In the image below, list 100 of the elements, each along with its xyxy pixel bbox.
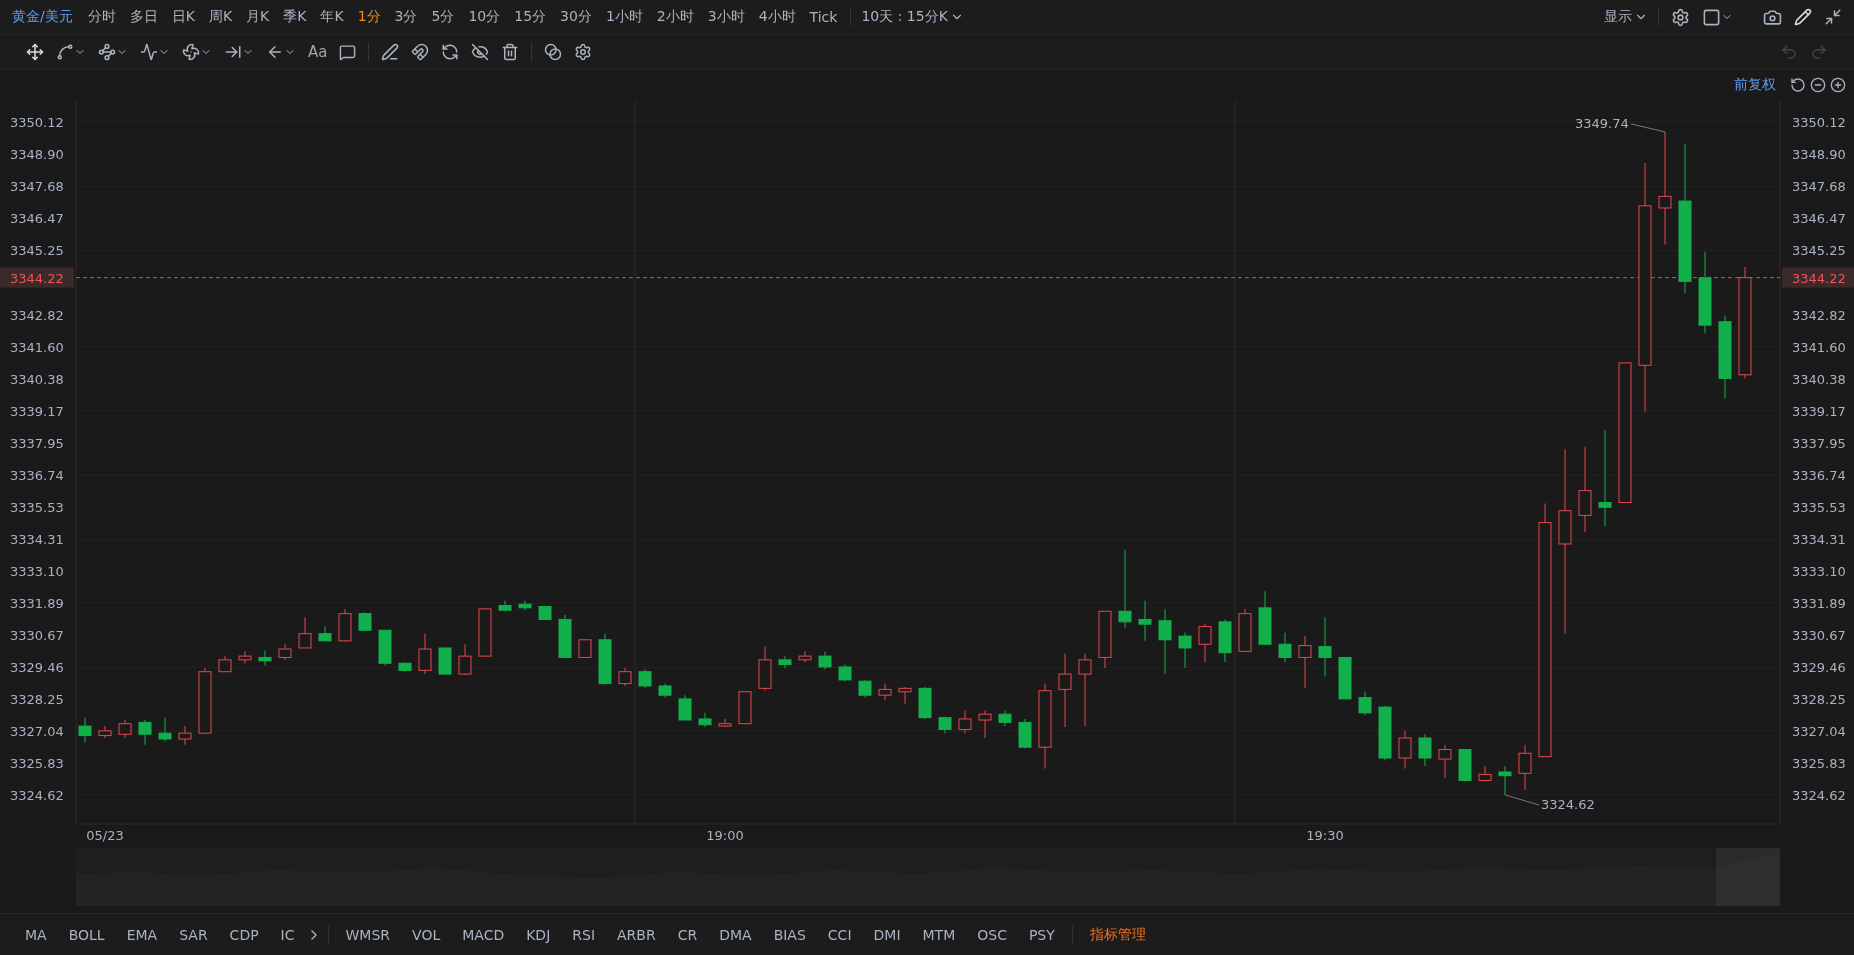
period-tab[interactable]: 3分 <box>387 5 425 29</box>
period-tab[interactable]: 1小时 <box>598 5 650 29</box>
pencil-icon <box>1794 8 1812 26</box>
candlestick <box>398 661 412 673</box>
indicator-tab[interactable]: CCI <box>816 926 863 943</box>
candlestick <box>118 719 132 739</box>
period-tab[interactable]: 月K <box>239 5 277 29</box>
period-tab[interactable]: 15分 <box>507 5 554 29</box>
axis-label: 3329.46 <box>1792 660 1846 676</box>
axis-label: 3350.12 <box>1792 114 1846 130</box>
candlestick <box>778 655 792 669</box>
axis-label: 3334.31 <box>1792 532 1846 548</box>
eye-off-icon <box>471 43 490 61</box>
axis-label: 3331.89 <box>1792 596 1846 612</box>
indicator-tab[interactable]: CR <box>666 926 709 943</box>
arrow-to-line-icon <box>224 43 242 61</box>
indicator-tab[interactable]: OSC <box>966 926 1018 943</box>
period-tab[interactable]: 年K <box>313 5 351 29</box>
indicator-tab[interactable]: KDJ <box>515 926 562 943</box>
period-tab[interactable]: 10分 <box>461 5 508 29</box>
period-tab[interactable]: 3小时 <box>700 5 752 29</box>
candlestick <box>1258 590 1272 645</box>
indicator-tab[interactable]: DMA <box>708 926 763 943</box>
period-tab[interactable]: 季K <box>276 5 314 29</box>
axis-label: 3325.83 <box>10 756 64 772</box>
candlestick <box>1518 744 1532 791</box>
indicator-tab[interactable]: EMA <box>115 926 169 943</box>
indicator-tab[interactable]: SAR <box>168 926 219 943</box>
candlestick <box>358 611 372 632</box>
indicator-tab[interactable]: PSY <box>1017 926 1066 943</box>
trash-icon <box>501 43 520 61</box>
adjust-link[interactable]: 前复权 <box>1734 76 1776 94</box>
indicator-tab[interactable]: DMI <box>862 926 912 943</box>
indicator-tab[interactable]: BOLL <box>57 926 116 943</box>
indicator-tab[interactable]: MTM <box>911 926 967 943</box>
candlestick <box>1138 600 1152 642</box>
axis-label: 3324.62 <box>1792 787 1846 803</box>
candlestick <box>1278 632 1292 663</box>
leader-line <box>1504 794 1540 806</box>
candlestick <box>818 650 832 670</box>
candlestick <box>958 710 972 734</box>
indicator-tab[interactable]: IC <box>269 926 306 943</box>
price-tag: 3344.22 <box>0 267 74 288</box>
period-tab[interactable]: 4小时 <box>751 5 803 29</box>
period-tab[interactable]: Tick <box>802 5 845 29</box>
indicator-tab[interactable]: MA <box>14 926 58 943</box>
candlestick <box>238 650 252 664</box>
indicator-tab[interactable]: WMSR <box>334 926 402 943</box>
candlestick <box>1398 730 1412 770</box>
period-tab[interactable]: 5分 <box>424 5 462 29</box>
settings-icon <box>574 43 593 61</box>
indicator-tab[interactable]: BIAS <box>762 926 817 943</box>
axis-label: 3345.25 <box>10 243 64 259</box>
time-label: 19:30 <box>1306 828 1344 843</box>
axis-label: 3340.38 <box>1792 372 1846 387</box>
candlestick <box>658 683 672 699</box>
indicator-tab[interactable]: CDP <box>218 926 270 943</box>
axis-label: 3347.68 <box>1792 179 1846 195</box>
period-tab[interactable]: 30分 <box>553 5 599 29</box>
axis-label: 3328.25 <box>1792 692 1846 708</box>
candlestick <box>378 629 392 667</box>
indicator-tab[interactable]: ARBR <box>606 926 667 943</box>
axis-label: 3329.46 <box>10 660 64 676</box>
candlestick <box>538 606 552 620</box>
period-tab[interactable]: 1分 <box>350 5 388 29</box>
display-select[interactable]: 显示 <box>1600 4 1652 30</box>
axis-label: 3346.47 <box>10 211 64 227</box>
indicator-tab[interactable]: RSI <box>561 926 607 943</box>
axis-label: 3335.53 <box>1792 500 1846 515</box>
text-tool[interactable]: Aa <box>302 43 334 61</box>
redo-icon <box>1810 43 1828 61</box>
candlestick <box>638 668 652 689</box>
candlestick <box>838 664 852 682</box>
indicator-tab[interactable]: MACD <box>451 926 516 943</box>
candlestick <box>578 639 592 658</box>
period-tab[interactable]: 日K <box>164 5 202 29</box>
pen-line-icon <box>381 43 400 61</box>
indicator-tab[interactable]: VOL <box>401 926 452 943</box>
axis-label: 3341.60 <box>10 339 64 355</box>
axis-label: 3325.83 <box>1792 756 1846 772</box>
candlestick <box>1378 705 1392 761</box>
candlestick <box>98 725 112 739</box>
axis-label: 3348.90 <box>10 147 64 163</box>
axis-label: 3335.53 <box>10 500 64 515</box>
camera-icon <box>1763 7 1782 27</box>
period-tab[interactable]: 2小时 <box>649 5 701 29</box>
candlestick <box>1318 616 1332 677</box>
symbol-name[interactable]: 黄金/美元 <box>6 8 81 26</box>
axis-label: 3342.82 <box>1792 307 1846 323</box>
period-tab[interactable]: 周K <box>201 5 240 29</box>
range-select[interactable]: 10天 : 15分K <box>857 4 968 30</box>
candlestick <box>438 647 452 675</box>
period-tab[interactable]: 多日 <box>122 5 165 29</box>
period-tab[interactable]: 分时 <box>80 5 123 29</box>
candlestick <box>1238 608 1252 652</box>
wave-line-icon <box>140 43 158 61</box>
candlestick <box>938 716 952 734</box>
indicator-manage-button[interactable]: 指标管理 <box>1078 925 1157 944</box>
candlestick <box>1438 744 1452 779</box>
axis-label: 3348.90 <box>1792 147 1846 163</box>
